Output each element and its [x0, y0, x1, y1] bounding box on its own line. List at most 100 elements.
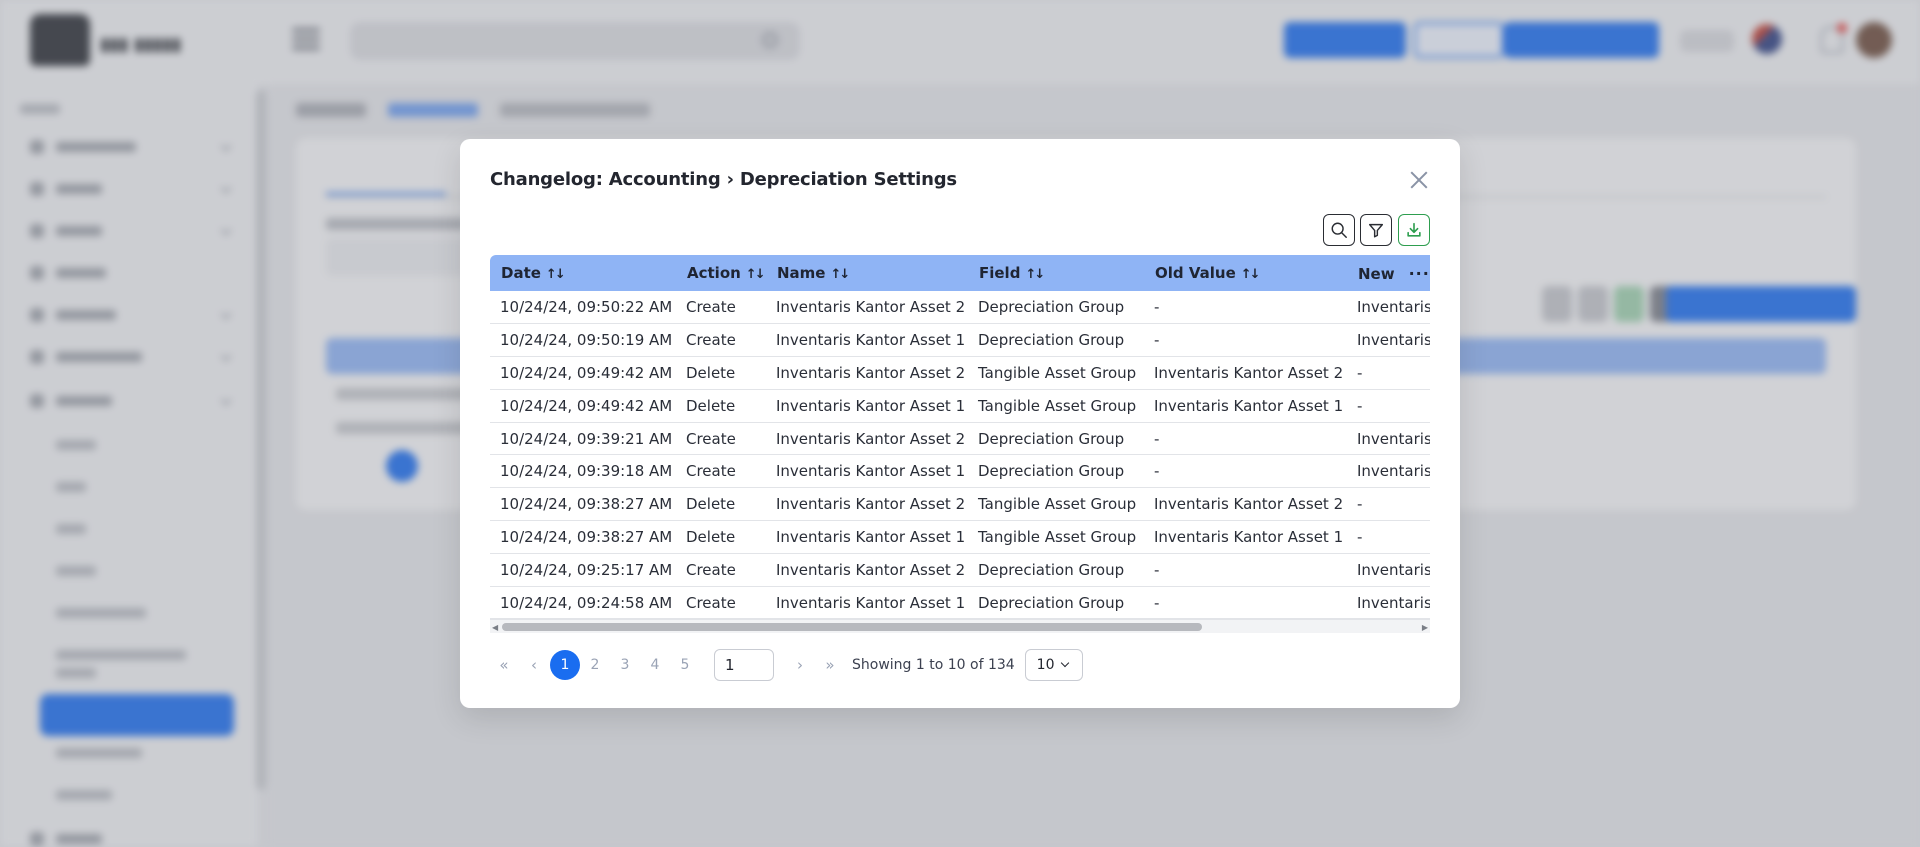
- column-header-action[interactable]: Action ↑↓: [676, 255, 766, 291]
- table-row[interactable]: 10/24/24, 09:49:42 AM Delete Inventaris Ka…: [490, 357, 1430, 390]
- scroll-left-icon[interactable]: ◀: [492, 623, 498, 632]
- modal-title: Changelog: Accounting › Depreciation Set…: [490, 169, 957, 190]
- cell-date: 10/24/24, 09:38:27 AM: [500, 495, 673, 514]
- cell-new-value: Inventaris: [1357, 429, 1430, 448]
- cell-date: 10/24/24, 09:50:22 AM: [500, 298, 673, 317]
- cell-old-value: -: [1154, 429, 1160, 448]
- page-number-button[interactable]: 1: [550, 650, 580, 680]
- column-label: Field: [979, 264, 1021, 282]
- cell-old-value: -: [1154, 560, 1160, 579]
- table-row[interactable]: 10/24/24, 09:50:22 AM Create Inventaris Ka…: [490, 291, 1430, 324]
- page-number-button[interactable]: 4: [640, 650, 670, 680]
- more-horizontal-icon[interactable]: ···: [1409, 264, 1430, 283]
- column-header-date[interactable]: Date ↑↓: [490, 255, 676, 291]
- column-label: Name: [777, 264, 826, 282]
- table-row[interactable]: 10/24/24, 09:38:27 AM Delete Inventaris Ka…: [490, 488, 1430, 521]
- cell-name: Inventaris Kantor Asset 1: [776, 331, 966, 350]
- scrollbar-thumb[interactable]: [502, 623, 1202, 631]
- column-header-old-value[interactable]: Old Value ↑↓: [1144, 255, 1347, 291]
- last-page-icon[interactable]: »: [816, 651, 844, 679]
- search-icon: [1331, 222, 1347, 238]
- filter-icon: [1368, 223, 1384, 238]
- cell-new-value: Inventaris: [1357, 462, 1430, 481]
- column-header-new-value[interactable]: New ···: [1347, 255, 1430, 291]
- cell-old-value: Inventaris Kantor Asset 2: [1154, 495, 1344, 514]
- table-row[interactable]: 10/24/24, 09:39:21 AM Create Inventaris Ka…: [490, 422, 1430, 455]
- changelog-modal: Changelog: Accounting › Depreciation Set…: [460, 139, 1460, 708]
- search-button[interactable]: [1323, 214, 1355, 246]
- cell-new-value: -: [1357, 363, 1363, 382]
- next-page-icon[interactable]: ›: [786, 651, 814, 679]
- page-size-select[interactable]: 10: [1024, 649, 1083, 681]
- cell-date: 10/24/24, 09:49:42 AM: [500, 363, 673, 382]
- cell-action: Create: [686, 560, 736, 579]
- scroll-right-icon[interactable]: ▶: [1422, 623, 1428, 632]
- cell-old-value: -: [1154, 593, 1160, 612]
- cell-old-value: -: [1154, 331, 1160, 350]
- sort-icon[interactable]: ↑↓: [830, 267, 850, 282]
- cell-new-value: -: [1357, 396, 1363, 415]
- chevron-down-icon: [1060, 658, 1069, 668]
- page-size-value: 10: [1036, 657, 1055, 673]
- sort-icon[interactable]: ↑↓: [1025, 267, 1045, 282]
- cell-name: Inventaris Kantor Asset 1: [776, 527, 966, 546]
- table-row[interactable]: 10/24/24, 09:24:58 AM Create Inventaris Ka…: [490, 586, 1430, 619]
- first-page-icon[interactable]: «: [490, 651, 518, 679]
- cell-old-value: -: [1154, 298, 1160, 317]
- cell-action: Create: [686, 593, 736, 612]
- download-button[interactable]: [1398, 214, 1430, 246]
- page-number-button[interactable]: 5: [670, 650, 700, 680]
- cell-old-value: Inventaris Kantor Asset 1: [1154, 396, 1344, 415]
- cell-field: Depreciation Group: [978, 331, 1125, 350]
- column-label: Date: [501, 264, 541, 282]
- cell-name: Inventaris Kantor Asset 2: [776, 560, 966, 579]
- table-row[interactable]: 10/24/24, 09:25:17 AM Create Inventaris Ka…: [490, 553, 1430, 587]
- cell-action: Create: [686, 462, 736, 481]
- cell-action: Create: [686, 429, 736, 448]
- cell-date: 10/24/24, 09:49:42 AM: [500, 396, 673, 415]
- column-header-field[interactable]: Field ↑↓: [968, 255, 1144, 291]
- sort-icon[interactable]: ↑↓: [546, 267, 566, 282]
- cell-old-value: Inventaris Kantor Asset 1: [1154, 527, 1344, 546]
- cell-field: Tangible Asset Group: [978, 495, 1137, 514]
- cell-name: Inventaris Kantor Asset 1: [776, 593, 966, 612]
- cell-date: 10/24/24, 09:24:58 AM: [500, 593, 673, 612]
- cell-old-value: -: [1154, 462, 1160, 481]
- cell-field: Depreciation Group: [978, 593, 1125, 612]
- cell-new-value: -: [1357, 527, 1363, 546]
- cell-name: Inventaris Kantor Asset 2: [776, 495, 966, 514]
- cell-action: Create: [686, 331, 736, 350]
- table-row[interactable]: 10/24/24, 09:38:27 AM Delete Inventaris Ka…: [490, 521, 1430, 554]
- table-body: 10/24/24, 09:50:22 AM Create Inventaris Ka…: [490, 291, 1430, 619]
- cell-name: Inventaris Kantor Asset 1: [776, 462, 966, 481]
- filter-button[interactable]: [1360, 214, 1392, 246]
- cell-name: Inventaris Kantor Asset 2: [776, 363, 966, 382]
- column-label: Old Value: [1155, 264, 1236, 282]
- cell-name: Inventaris Kantor Asset 2: [776, 298, 966, 317]
- cell-field: Tangible Asset Group: [978, 363, 1137, 382]
- table-row[interactable]: 10/24/24, 09:50:19 AM Create Inventaris Ka…: [490, 324, 1430, 357]
- changelog-table: Date ↑↓ Action ↑↓ Name ↑↓ Field ↑↓ Old Value…: [490, 255, 1430, 619]
- prev-page-icon[interactable]: ‹: [520, 651, 548, 679]
- sort-icon[interactable]: ↑↓: [746, 267, 766, 282]
- page-jump-input[interactable]: [714, 649, 774, 681]
- cell-date: 10/24/24, 09:50:19 AM: [500, 331, 673, 350]
- cell-action: Delete: [686, 396, 736, 415]
- cell-date: 10/24/24, 09:39:18 AM: [500, 462, 673, 481]
- pagination: « ‹ 12345 › » Showing 1 to 10 of 134 10: [490, 649, 1083, 681]
- cell-date: 10/24/24, 09:38:27 AM: [500, 527, 673, 546]
- table-row[interactable]: 10/24/24, 09:39:18 AM Create Inventaris Ka…: [490, 455, 1430, 488]
- table-row[interactable]: 10/24/24, 09:49:42 AM Delete Inventaris Ka…: [490, 389, 1430, 423]
- cell-name: Inventaris Kantor Asset 2: [776, 429, 966, 448]
- sort-icon[interactable]: ↑↓: [1241, 267, 1261, 282]
- page-number-button[interactable]: 2: [580, 650, 610, 680]
- showing-text: Showing 1 to 10 of 134: [852, 657, 1015, 673]
- cell-new-value: Inventaris: [1357, 593, 1430, 612]
- horizontal-scrollbar[interactable]: ◀ ▶: [490, 619, 1430, 633]
- column-header-name[interactable]: Name ↑↓: [766, 255, 968, 291]
- cell-old-value: Inventaris Kantor Asset 2: [1154, 363, 1344, 382]
- page-numbers: 12345: [550, 650, 700, 680]
- close-icon[interactable]: [1408, 169, 1430, 191]
- cell-new-value: Inventaris: [1357, 560, 1430, 579]
- page-number-button[interactable]: 3: [610, 650, 640, 680]
